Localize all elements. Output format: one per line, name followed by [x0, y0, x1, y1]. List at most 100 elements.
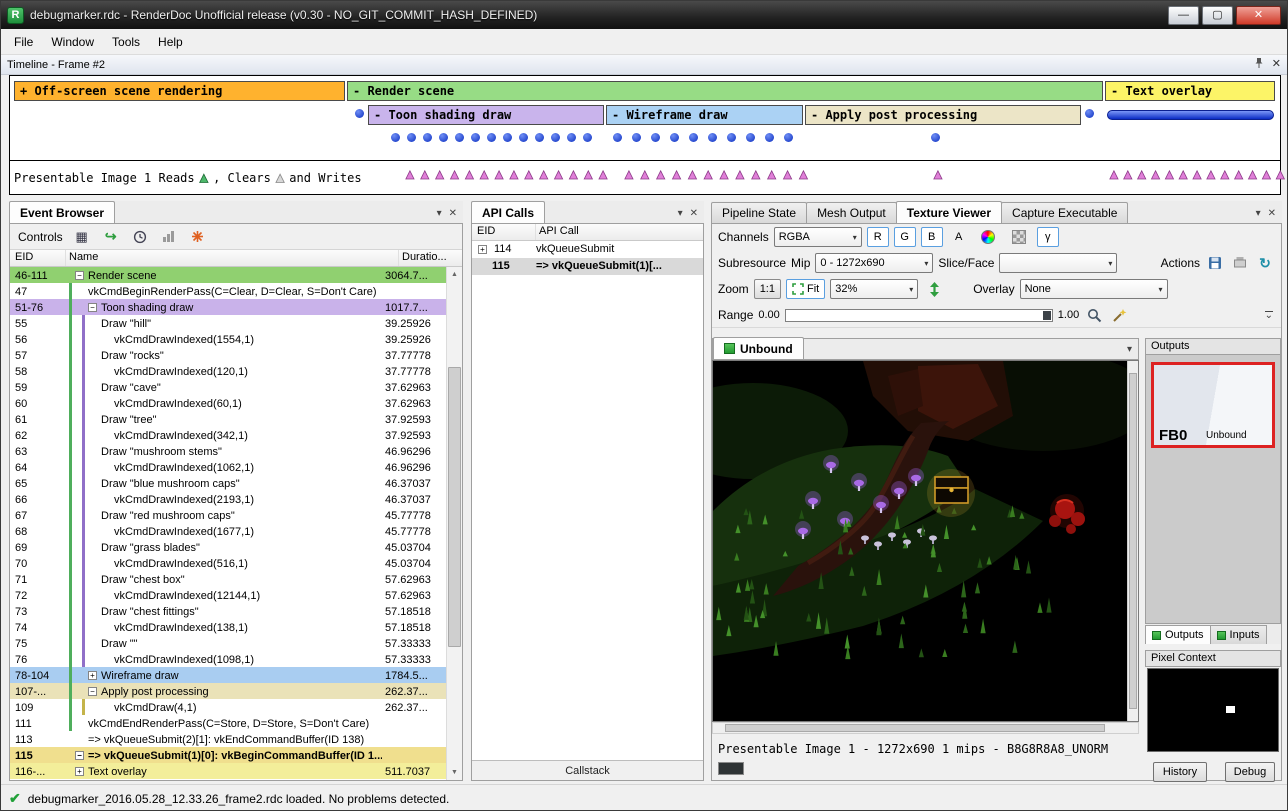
jump-to-event-icon[interactable]: ↪ — [101, 227, 121, 247]
event-row[interactable]: 71Draw "chest box"57.62963 — [10, 571, 446, 587]
range-min-value[interactable]: 0.00 — [758, 309, 779, 321]
api-call-row[interactable]: +114vkQueueSubmit — [472, 241, 703, 258]
mip-select[interactable]: 0 - 1272x690▾ — [815, 253, 933, 273]
texture-tab-unbound[interactable]: Unbound — [713, 337, 804, 359]
timeline-bar[interactable]: - Text overlay — [1105, 81, 1275, 101]
event-row[interactable]: 64vkCmdDrawIndexed(1062,1)46.96296 — [10, 459, 446, 475]
tab-event-browser[interactable]: Event Browser — [9, 201, 115, 223]
scroll-up-icon[interactable]: ▲ — [447, 267, 462, 282]
expand-icon[interactable]: + — [75, 767, 84, 776]
column-header-duration[interactable]: Duratio... — [398, 250, 462, 266]
range-max-value[interactable]: 1.00 — [1058, 309, 1079, 321]
api-call-row[interactable]: 115=> vkQueueSubmit(1)[... — [472, 258, 703, 275]
pixel-context-view[interactable] — [1147, 668, 1279, 752]
overlay-select[interactable]: None▾ — [1020, 279, 1168, 299]
collapse-icon[interactable]: − — [75, 751, 84, 760]
collapse-icon[interactable]: − — [88, 687, 97, 696]
minimize-button[interactable]: — — [1168, 6, 1199, 25]
freeze-icon[interactable] — [188, 227, 208, 247]
chevron-down-icon[interactable]: ▾ — [437, 209, 442, 219]
toolbar-overflow-icon[interactable]: ⌄ — [1265, 311, 1273, 320]
zoom-select[interactable]: 32%▾ — [830, 279, 918, 299]
texture-image[interactable] — [713, 361, 1127, 721]
green-channel-button[interactable]: G — [894, 227, 916, 247]
event-row[interactable]: 70vkCmdDrawIndexed(516,1)45.03704 — [10, 555, 446, 571]
event-row[interactable]: 46-111−Render scene3064.7... — [10, 267, 446, 283]
event-row[interactable]: 115−=> vkQueueSubmit(1)[0]: vkBeginComma… — [10, 747, 446, 763]
debug-button[interactable]: Debug — [1225, 762, 1275, 782]
channels-select[interactable]: RGBA▾ — [774, 227, 862, 247]
save-icon[interactable] — [1205, 253, 1225, 273]
blue-channel-button[interactable]: B — [921, 227, 943, 247]
timeline-bar[interactable]: - Apply post processing — [805, 105, 1081, 125]
range-slider-handle[interactable] — [1043, 311, 1051, 320]
event-row[interactable]: 116-...+Text overlay511.7037 — [10, 763, 446, 779]
event-row[interactable]: 111vkCmdEndRenderPass(C=Store, D=Store, … — [10, 715, 446, 731]
collapse-icon[interactable]: − — [88, 303, 97, 312]
event-row[interactable]: 56vkCmdDrawIndexed(1554,1)39.25926 — [10, 331, 446, 347]
chevron-down-icon[interactable]: ▾ — [678, 209, 683, 219]
menu-window[interactable]: Window — [42, 31, 103, 53]
event-row[interactable]: 62vkCmdDrawIndexed(342,1)37.92593 — [10, 427, 446, 443]
collapse-icon[interactable]: − — [75, 271, 84, 280]
column-header-eid[interactable]: EID — [10, 250, 66, 266]
event-row[interactable]: 109vkCmdDraw(4,1)262.37... — [10, 699, 446, 715]
texture-vertical-scrollbar[interactable] — [1127, 361, 1138, 721]
event-row[interactable]: 55Draw "hill"39.25926 — [10, 315, 446, 331]
tab-pipeline-state[interactable]: Pipeline State — [711, 202, 807, 223]
autofit-range-icon[interactable] — [1109, 305, 1129, 325]
red-channel-button[interactable]: R — [867, 227, 889, 247]
close-button[interactable]: ✕ — [1236, 6, 1281, 25]
timeline-toggle-icon[interactable]: ▦ — [72, 227, 92, 247]
stats-icon[interactable] — [159, 227, 179, 247]
close-icon[interactable]: ✕ — [1268, 209, 1276, 219]
tab-texture-viewer[interactable]: Texture Viewer — [896, 201, 1002, 223]
menu-tools[interactable]: Tools — [103, 31, 149, 53]
export-icon[interactable] — [1230, 253, 1250, 273]
event-row[interactable]: 47vkCmdBeginRenderPass(C=Clear, D=Clear,… — [10, 283, 446, 299]
event-row[interactable]: 51-76−Toon shading draw1017.7... — [10, 299, 446, 315]
texture-horizontal-scrollbar[interactable] — [712, 722, 1139, 734]
scrollbar-thumb[interactable] — [1129, 373, 1137, 709]
event-row[interactable]: 69Draw "grass blades"45.03704 — [10, 539, 446, 555]
event-row[interactable]: 66vkCmdDrawIndexed(2193,1)46.37037 — [10, 491, 446, 507]
close-icon[interactable]: ✕ — [449, 209, 457, 219]
callstack-section[interactable]: Callstack — [472, 760, 703, 780]
event-row[interactable]: 68vkCmdDrawIndexed(1677,1)45.77778 — [10, 523, 446, 539]
event-row[interactable]: 73Draw "chest fittings"57.18518 — [10, 603, 446, 619]
event-row[interactable]: 75Draw ""57.33333 — [10, 635, 446, 651]
color-wheel-button[interactable] — [975, 227, 1001, 247]
tab-mesh-output[interactable]: Mesh Output — [806, 202, 897, 223]
expand-icon[interactable]: + — [88, 671, 97, 680]
expand-icon[interactable]: + — [478, 245, 487, 254]
event-row[interactable]: 76vkCmdDrawIndexed(1098,1)57.33333 — [10, 651, 446, 667]
range-slider[interactable] — [785, 309, 1053, 322]
timeline-bar[interactable]: + Off-screen scene rendering — [14, 81, 345, 101]
event-row[interactable]: 113=> vkQueueSubmit(2)[1]: vkEndCommandB… — [10, 731, 446, 747]
scroll-down-icon[interactable]: ▼ — [447, 765, 462, 780]
chevron-down-icon[interactable]: ▾ — [1127, 345, 1132, 355]
event-row[interactable]: 63Draw "mushroom stems"46.96296 — [10, 443, 446, 459]
tab-api-calls[interactable]: API Calls — [471, 201, 545, 223]
tab-outputs[interactable]: Outputs — [1145, 625, 1211, 644]
event-row[interactable]: 58vkCmdDrawIndexed(120,1)37.77778 — [10, 363, 446, 379]
alpha-channel-button[interactable]: A — [948, 227, 970, 247]
timeline-caption[interactable]: Timeline - Frame #2 ✕ — [1, 55, 1287, 75]
event-row[interactable]: 61Draw "tree"37.92593 — [10, 411, 446, 427]
event-row[interactable]: 60vkCmdDrawIndexed(60,1)37.62963 — [10, 395, 446, 411]
fit-button[interactable]: Fit — [786, 279, 825, 299]
history-button[interactable]: History — [1153, 762, 1207, 782]
texture-display[interactable] — [712, 360, 1139, 722]
event-row[interactable]: 65Draw "blue mushroom caps"46.37037 — [10, 475, 446, 491]
slice-face-select[interactable]: ▾ — [999, 253, 1117, 273]
checkerboard-button[interactable] — [1006, 227, 1032, 247]
menu-help[interactable]: Help — [149, 31, 192, 53]
tab-capture-executable[interactable]: Capture Executable — [1001, 202, 1128, 223]
event-row[interactable]: 72vkCmdDrawIndexed(12144,1)57.62963 — [10, 587, 446, 603]
column-header-name[interactable]: Name — [66, 250, 398, 266]
close-icon[interactable]: ✕ — [690, 209, 698, 219]
column-header-api-call[interactable]: API Call — [536, 224, 703, 240]
refresh-icon[interactable]: ↻ — [1255, 253, 1275, 273]
event-row[interactable]: 107-...−Apply post processing262.37... — [10, 683, 446, 699]
event-browser-scrollbar[interactable]: ▲ ▼ — [446, 267, 462, 780]
